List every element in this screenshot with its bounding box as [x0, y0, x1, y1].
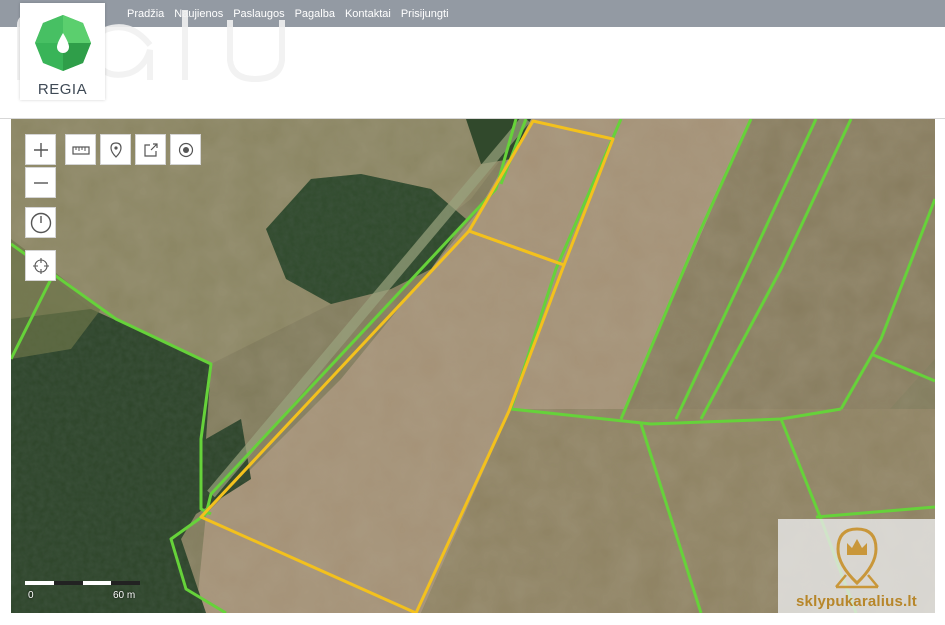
nav-item-prisijungti[interactable]: Prisijungti — [396, 7, 454, 21]
scale-start-label: 0 — [28, 590, 34, 601]
map-viewport[interactable]: 0 60 m sklypukaralius.lt — [11, 119, 935, 613]
scale-bar — [25, 581, 140, 585]
ruler-icon — [71, 145, 90, 155]
clock-icon — [30, 212, 51, 233]
minus-icon — [33, 181, 48, 184]
locate-button[interactable] — [170, 134, 201, 165]
regia-logo-icon — [35, 15, 91, 71]
share-icon — [143, 142, 158, 157]
pin-icon — [109, 141, 122, 158]
plus-icon — [33, 142, 48, 157]
sklypukaralius-watermark: sklypukaralius.lt — [778, 519, 935, 613]
zoom-in-button[interactable] — [25, 134, 56, 165]
marker-button[interactable] — [100, 134, 131, 165]
history-button[interactable] — [25, 207, 56, 238]
regia-logo[interactable]: REGIA — [20, 3, 105, 100]
nav-item-kontaktai[interactable]: Kontaktai — [340, 7, 396, 21]
logo-text: REGIA — [37, 81, 88, 98]
watermark-text: sklypukaralius.lt — [796, 593, 917, 610]
zoom-out-button[interactable] — [25, 167, 56, 198]
scale-end-label: 60 m — [113, 590, 136, 601]
crosshair-icon — [32, 257, 49, 274]
coordinates-button[interactable] — [25, 250, 56, 281]
page-footer-strip — [0, 613, 945, 625]
map-scale: 0 60 m — [25, 581, 143, 605]
share-button[interactable] — [135, 134, 166, 165]
measure-button[interactable] — [65, 134, 96, 165]
crown-pin-icon — [835, 527, 879, 589]
target-icon — [178, 142, 193, 157]
